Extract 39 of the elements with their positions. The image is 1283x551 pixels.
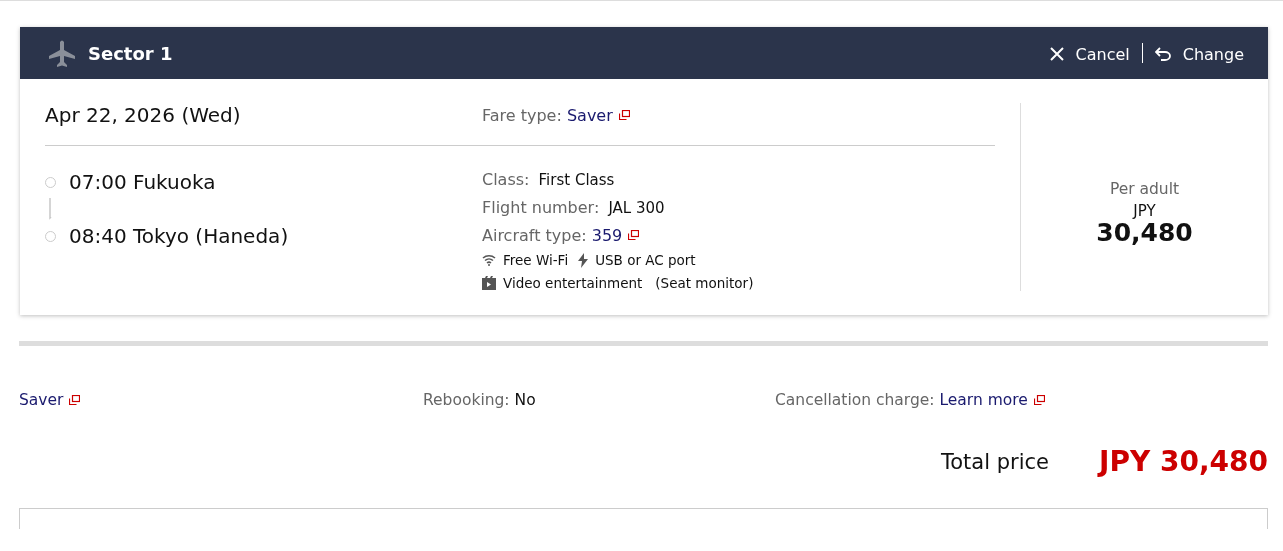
external-link-icon [69, 395, 81, 405]
aircraft-type-link[interactable]: 359 [591, 226, 623, 245]
total-price-label: Total price [941, 449, 1049, 474]
detail-label: Class: [482, 170, 530, 189]
external-link-icon [628, 230, 640, 240]
detail-value: First Class [538, 171, 615, 189]
close-icon [1049, 47, 1064, 61]
amenity-label: Free Wi-Fi [503, 252, 569, 268]
route-connector [48, 198, 52, 220]
cancel-button[interactable]: Cancel [1049, 44, 1130, 64]
sector-title: Sector 1 [88, 42, 173, 64]
airplane-icon [49, 39, 75, 67]
detail-value: JAL 300 [608, 199, 665, 217]
flight-date: Apr 22, 2026 (Wed) [45, 103, 242, 127]
wifi-icon [482, 254, 496, 266]
amenity-label: USB or AC port [595, 252, 696, 268]
price-currency: JPY [1133, 201, 1156, 220]
fare-type-label: Fare type: [482, 105, 562, 125]
total-price-value: JPY 30,480 [1099, 445, 1268, 478]
detail-label: Flight number: [482, 198, 600, 217]
fare-type-link[interactable]: Saver [566, 105, 613, 125]
cancellation-label: Cancellation charge: [775, 391, 935, 409]
lightning-icon [578, 252, 589, 268]
external-link-icon [618, 109, 630, 120]
rebooking-label: Rebooking: [423, 391, 510, 409]
undo-icon [1154, 47, 1171, 61]
fare-link[interactable]: Saver [19, 391, 64, 409]
stop-time-place: 08:40 Tokyo (Haneda) [69, 224, 289, 248]
learn-more-link[interactable]: Learn more [939, 391, 1028, 409]
change-button[interactable]: Change [1154, 44, 1244, 64]
video-icon [482, 276, 496, 290]
rebooking-value: No [514, 391, 536, 409]
amenity-note: (Seat monitor) [655, 275, 754, 291]
detail-label: Aircraft type: [482, 226, 587, 245]
amenity-label: Video entertainment [503, 275, 643, 291]
price-amount: 30,480 [1096, 219, 1193, 245]
external-link-icon [1033, 395, 1045, 405]
per-adult-label: Per adult [1109, 179, 1180, 198]
stop-time-place: 07:00 Fukuoka [69, 170, 216, 194]
